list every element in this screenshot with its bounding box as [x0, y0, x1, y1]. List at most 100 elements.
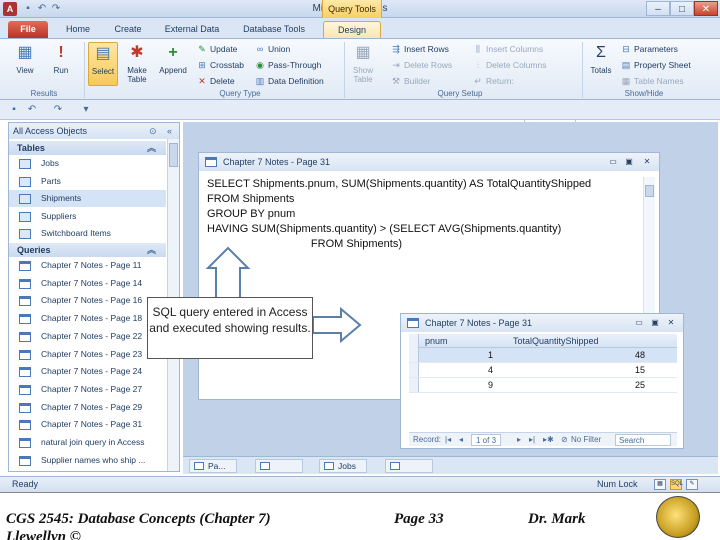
- make-table-button[interactable]: ✱ Make Table: [122, 42, 152, 86]
- redo-icon[interactable]: ↷: [52, 104, 64, 116]
- next-record-icon[interactable]: ▸: [517, 433, 521, 447]
- update-button[interactable]: ✎ Update: [196, 42, 237, 56]
- design-view-icon[interactable]: ✎: [686, 479, 698, 490]
- close-button[interactable]: ✕: [694, 1, 718, 16]
- close-icon[interactable]: ✕: [641, 156, 653, 167]
- undo-icon[interactable]: ↶: [26, 104, 38, 116]
- tab-external-data[interactable]: External Data: [156, 21, 228, 38]
- delete-columns-button[interactable]: ⫶ Delete Columns: [472, 58, 547, 72]
- close-icon[interactable]: ✕: [665, 317, 677, 328]
- queries-section-header[interactable]: Queries ︽: [9, 243, 166, 257]
- result-window-titlebar[interactable]: Chapter 7 Notes - Page 31 ▭ ▣ ✕: [401, 314, 683, 332]
- select-query-button[interactable]: ▤ Select: [88, 42, 118, 86]
- tab-database-tools[interactable]: Database Tools: [236, 21, 312, 38]
- doc-tab-2[interactable]: [255, 459, 303, 473]
- collapse-pane-icon[interactable]: «: [167, 123, 172, 139]
- nav-query-item[interactable]: Chapter 7 Notes - Page 11: [9, 257, 166, 274]
- nav-query-item[interactable]: Chapter 7 Notes - Page 31: [9, 416, 166, 433]
- minimize-button[interactable]: –: [646, 1, 670, 16]
- sql-window-titlebar[interactable]: Chapter 7 Notes - Page 31 ▭ ▣ ✕: [199, 153, 659, 171]
- nav-query-item[interactable]: Chapter 7 Notes - Page 14: [9, 275, 166, 292]
- property-sheet-button[interactable]: ▤ Property Sheet: [620, 58, 691, 72]
- tab-create[interactable]: Create: [106, 21, 150, 38]
- nav-query-item[interactable]: Chapter 7 Notes - Page 24: [9, 363, 166, 380]
- prev-record-icon[interactable]: ◂: [459, 433, 463, 447]
- record-position-field[interactable]: 1 of 3: [471, 434, 502, 446]
- restore-icon[interactable]: ▣: [623, 156, 635, 167]
- nav-table-item[interactable]: Shipments: [9, 190, 166, 207]
- nav-query-item[interactable]: Chapter 7 Notes - Page 23: [9, 346, 166, 363]
- table-row[interactable]: 4 15: [409, 363, 677, 378]
- doc-tab-1[interactable]: Pa...: [189, 459, 237, 473]
- nav-query-item[interactable]: Chapter 7 Notes - Page 18: [9, 310, 166, 327]
- scrollbar-thumb[interactable]: [169, 143, 178, 167]
- insert-rows-button[interactable]: ⇶ Insert Rows: [390, 42, 449, 56]
- table-names-button[interactable]: ▦ Table Names: [620, 74, 684, 88]
- datasheet-view-icon[interactable]: ▦: [654, 479, 666, 490]
- new-record-icon[interactable]: ▸✱: [543, 433, 554, 447]
- totals-button[interactable]: Σ Totals: [586, 42, 616, 86]
- search-input[interactable]: Search: [615, 434, 671, 446]
- tab-home[interactable]: Home: [58, 21, 98, 38]
- nav-query-item[interactable]: Chapter 7 Notes - Page 22: [9, 328, 166, 345]
- crosstab-button[interactable]: ⊞ Crosstab: [196, 58, 244, 72]
- view-button[interactable]: ▦ View: [10, 42, 40, 86]
- nav-table-item[interactable]: Suppliers: [9, 208, 166, 225]
- scrollbar-thumb[interactable]: [645, 185, 654, 197]
- cell-pnum[interactable]: 9: [469, 378, 493, 393]
- collapse-chevron-icon[interactable]: ︽: [147, 243, 156, 257]
- run-button[interactable]: ! Run: [46, 42, 76, 86]
- data-definition-button[interactable]: ▥ Data Definition: [254, 74, 324, 88]
- access-app-icon[interactable]: A: [3, 2, 17, 16]
- save-icon[interactable]: ▪: [22, 3, 34, 15]
- chevron-down-icon[interactable]: ⊙: [149, 123, 157, 139]
- minimize-icon[interactable]: ▭: [633, 317, 645, 328]
- builder-button[interactable]: ⚒ Builder: [390, 74, 431, 88]
- table-row[interactable]: 9 25: [409, 378, 677, 393]
- doc-tab-4[interactable]: [385, 459, 433, 473]
- nav-table-item[interactable]: Switchboard Items: [9, 225, 166, 242]
- customize-qat-icon[interactable]: ▾: [80, 104, 92, 116]
- last-record-icon[interactable]: ▸|: [529, 433, 535, 447]
- nav-pane-header[interactable]: All Access Objects ⊙ «: [9, 123, 179, 139]
- redo-icon[interactable]: ↷: [50, 3, 62, 15]
- no-filter-button[interactable]: No Filter: [571, 433, 601, 447]
- insert-columns-button[interactable]: ⫼ Insert Columns: [472, 42, 543, 56]
- save-icon[interactable]: ▪: [8, 104, 20, 116]
- nav-query-item[interactable]: Chapter 7 Notes - Page 16: [9, 292, 166, 309]
- column-header-pnum[interactable]: pnum: [425, 334, 448, 348]
- delete-rows-button[interactable]: ⇥ Delete Rows: [390, 58, 452, 72]
- show-table-button[interactable]: ▦ Show Table: [348, 42, 378, 86]
- nav-query-item[interactable]: Supplier names who ship ...: [9, 452, 166, 469]
- undo-icon[interactable]: ↶: [36, 3, 48, 15]
- union-button[interactable]: ∞ Union: [254, 42, 290, 56]
- maximize-button[interactable]: □: [670, 1, 694, 16]
- row-selector[interactable]: [409, 363, 419, 377]
- nav-query-item[interactable]: Chapter 7 Notes - Page 27: [9, 381, 166, 398]
- cell-total-quantity[interactable]: 48: [609, 348, 645, 363]
- nav-table-item[interactable]: Parts: [9, 173, 166, 190]
- row-selector[interactable]: [409, 378, 419, 392]
- tab-design[interactable]: Design: [323, 21, 381, 38]
- delete-query-button[interactable]: ✕ Delete: [196, 74, 234, 88]
- pass-through-button[interactable]: ◉ Pass-Through: [254, 58, 321, 72]
- tables-section-header[interactable]: Tables ︽: [9, 141, 166, 155]
- select-all-box[interactable]: [409, 334, 419, 348]
- cell-total-quantity[interactable]: 25: [609, 378, 645, 393]
- column-header-total-quantity[interactable]: TotalQuantityShipped: [513, 334, 599, 348]
- sql-view-icon[interactable]: SQL: [670, 479, 683, 490]
- cell-pnum[interactable]: 1: [469, 348, 493, 363]
- row-selector[interactable]: [409, 348, 419, 362]
- cell-pnum[interactable]: 4: [469, 363, 493, 378]
- minimize-icon[interactable]: ▭: [607, 156, 619, 167]
- append-button[interactable]: + Append: [156, 42, 190, 86]
- doc-tab-jobs[interactable]: Jobs: [319, 459, 367, 473]
- parameters-button[interactable]: ⊟ Parameters: [620, 42, 678, 56]
- tab-file[interactable]: File: [8, 21, 48, 38]
- table-row[interactable]: 1 48: [409, 348, 677, 363]
- nav-query-item[interactable]: Chapter 7 Notes - Page 29: [9, 399, 166, 416]
- first-record-icon[interactable]: |◂: [445, 433, 451, 447]
- nav-query-item[interactable]: natural join query in Access: [9, 434, 166, 451]
- sql-editor[interactable]: SELECT Shipments.pnum, SUM(Shipments.qua…: [207, 177, 591, 252]
- cell-total-quantity[interactable]: 15: [609, 363, 645, 378]
